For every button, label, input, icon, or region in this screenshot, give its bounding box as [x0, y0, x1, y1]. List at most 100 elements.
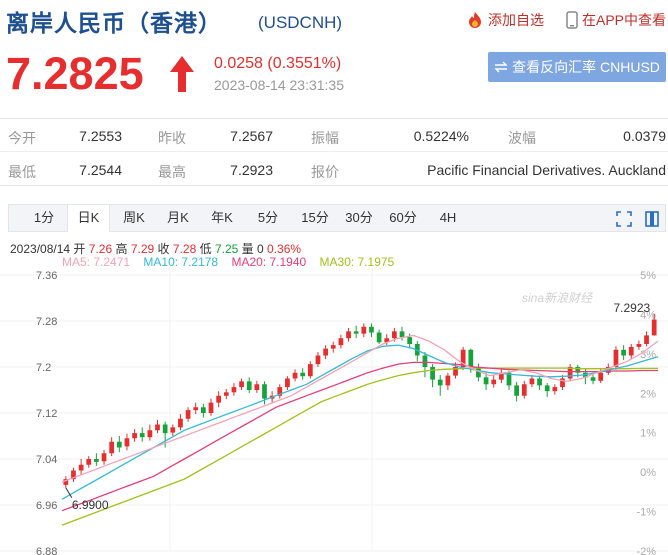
phone-icon	[566, 11, 578, 29]
candle-body	[483, 377, 489, 385]
tab-30min[interactable]: 30分	[341, 205, 377, 231]
candle-body	[162, 424, 168, 434]
candle-body	[78, 464, 84, 471]
candle-body	[178, 418, 183, 428]
page-title: 离岸人民币（香港）	[6, 10, 222, 36]
tab-daily-k[interactable]: 日K	[67, 205, 110, 232]
candle-body	[185, 410, 191, 419]
y-tick-label: 6.96	[36, 500, 57, 512]
candle-body	[521, 384, 527, 396]
candle-body	[590, 377, 596, 381]
watermark: sina新浪财经	[522, 291, 594, 305]
title-row: 离岸人民币（香港） (USDCNH) 添加自选 在APP中查看	[6, 4, 668, 36]
pct-tick-label: 5%	[640, 270, 656, 282]
candle-body	[437, 379, 443, 386]
open-value: 7.2553	[79, 128, 122, 144]
candle-body	[338, 338, 344, 346]
fire-icon	[469, 12, 481, 28]
tab-60min[interactable]: 60分	[385, 205, 421, 231]
prev-close-value: 7.2567	[230, 128, 273, 144]
fullscreen-icon[interactable]	[615, 210, 633, 228]
candle-body	[231, 387, 237, 393]
amplitude-value: 0.5224%	[413, 128, 469, 144]
candle-body	[628, 346, 634, 356]
candle-body	[598, 372, 604, 381]
candle-body	[292, 372, 298, 379]
pct-tick-label: -2%	[636, 546, 656, 555]
swap-icon	[494, 61, 508, 73]
candle-body	[376, 332, 382, 343]
tab-yearly-k[interactable]: 年K	[205, 205, 239, 231]
tab-1min[interactable]: 1分	[29, 205, 59, 231]
quote-time: 2023-08-14 23:31:35	[214, 77, 344, 93]
y-tick-label: 7.12	[36, 408, 57, 420]
tab-4h[interactable]: 4H	[431, 205, 465, 231]
ma20-legend: MA20: 7.1940	[231, 255, 307, 269]
candle-body	[116, 441, 122, 448]
tab-15min[interactable]: 15分	[297, 205, 333, 231]
candle-body	[246, 381, 252, 390]
ma30-legend: MA30: 7.1975	[319, 255, 395, 269]
stats-table: 今开 7.2553 昨收 7.2567 振幅 0.5224% 波幅 0.0379…	[0, 118, 668, 186]
period-tabs: 1分 日K 周K 月K 年K 5分 15分 30分 60分 4H	[8, 204, 666, 232]
candle-body	[193, 407, 199, 411]
wave-value: 0.0379	[623, 128, 666, 144]
y-tick-label: 7.2	[36, 362, 51, 374]
candle-body	[300, 372, 306, 377]
reverse-rate-label: 查看反向汇率 CNHUSD	[512, 59, 660, 75]
ma10-legend: MA10: 7.2178	[143, 255, 219, 269]
info-close-label: 收	[157, 242, 170, 256]
candle-body	[94, 459, 99, 462]
info-date: 2023/08/14	[10, 242, 71, 256]
settings-icon[interactable]	[643, 210, 661, 228]
candle-body	[621, 349, 626, 356]
candle-body	[139, 433, 145, 438]
ma30-line	[61, 367, 658, 526]
tab-weekly-k[interactable]: 周K	[117, 205, 151, 231]
quote-source-value: Pacific Financial Derivatives. Auckland	[427, 162, 666, 178]
candle-body	[223, 392, 229, 396]
candle-body	[353, 331, 359, 334]
candle-body	[109, 441, 115, 454]
candle-body	[445, 375, 451, 386]
candle-body	[407, 337, 413, 344]
candle-body	[200, 407, 206, 413]
candle-body	[262, 384, 267, 399]
open-label: 今开	[8, 130, 36, 146]
candle-body	[468, 349, 474, 367]
stats-row-1: 今开 7.2553 昨收 7.2567 振幅 0.5224% 波幅 0.0379	[0, 119, 668, 152]
candle-body	[346, 331, 351, 339]
low-value: 7.2544	[79, 162, 122, 178]
candle-body	[323, 348, 328, 356]
y-tick-label: 6.88	[36, 546, 57, 555]
candle-body	[636, 344, 642, 347]
low-label: 最低	[8, 164, 36, 180]
tab-monthly-k[interactable]: 月K	[161, 205, 195, 231]
candle-body	[529, 378, 535, 385]
amplitude-label: 振幅	[311, 130, 339, 146]
symbol-code: (USDCNH)	[258, 13, 343, 32]
price-change: 0.0258 (0.3551%)	[214, 55, 342, 72]
arrow-up-icon	[170, 56, 194, 92]
view-in-app-button[interactable]: 在APP中查看	[566, 9, 666, 31]
min-label: 6.9900	[72, 498, 109, 512]
current-price: 7.2825	[6, 48, 144, 99]
kline-chart[interactable]: 7.367.287.27.127.046.966.885%4%3%2%1%0%-…	[0, 268, 668, 555]
view-in-app-label: 在APP中查看	[582, 12, 667, 28]
candle-body	[132, 433, 137, 439]
candle-body	[544, 385, 550, 392]
candle-body	[369, 326, 374, 333]
candle-body	[430, 367, 435, 380]
pct-tick-label: -1%	[636, 507, 656, 519]
info-low-label: 低	[199, 242, 212, 256]
add-favorite-button[interactable]: 添加自选	[466, 9, 544, 31]
stats-row-2: 最低 7.2544 最高 7.2923 报价 Pacific Financial…	[0, 153, 668, 186]
candle-body	[147, 430, 153, 438]
reverse-rate-button[interactable]: 查看反向汇率 CNHUSD	[488, 52, 666, 82]
tab-5min[interactable]: 5分	[251, 205, 285, 231]
ma5-line	[61, 334, 659, 483]
candle-body	[537, 378, 542, 386]
candle-body	[307, 364, 313, 377]
candle-body	[101, 453, 107, 462]
candle-body	[422, 355, 428, 367]
